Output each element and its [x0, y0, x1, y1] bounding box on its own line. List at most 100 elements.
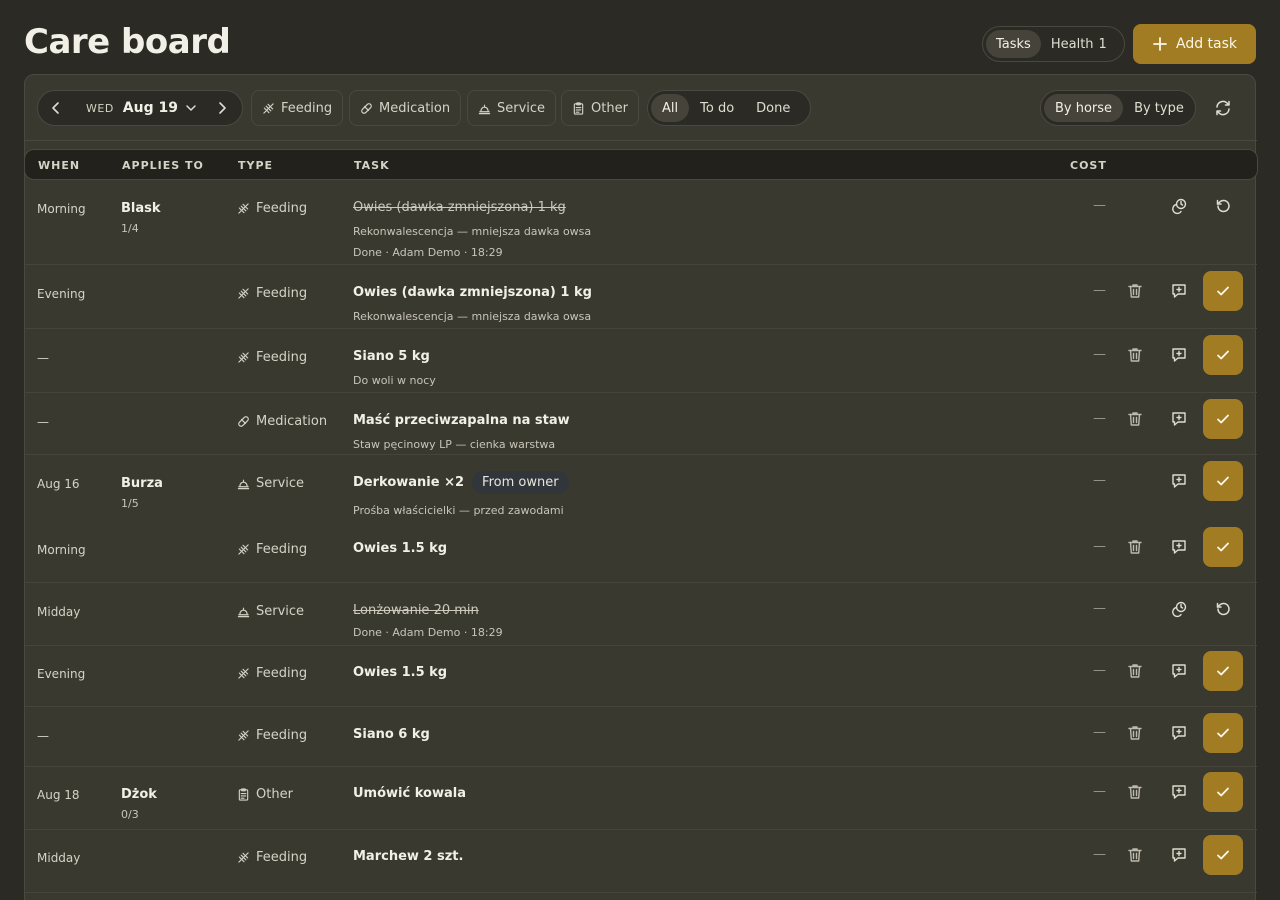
- add-comment-button[interactable]: [1163, 339, 1195, 371]
- tab-health[interactable]: Health 1: [1041, 30, 1117, 58]
- feeding-icon: [238, 288, 249, 299]
- mark-done-button[interactable]: [1203, 772, 1243, 812]
- table-row: Morning Feeding Owies 1.5 kg —: [25, 522, 1257, 583]
- add-comment-button[interactable]: [1163, 717, 1195, 749]
- delete-button[interactable]: [1119, 776, 1151, 808]
- task-done-note: Done · Adam Demo · 18:29: [353, 626, 503, 639]
- mark-done-button[interactable]: [1203, 651, 1243, 691]
- mark-done-button[interactable]: [1203, 399, 1243, 439]
- type-label: Service: [256, 604, 305, 619]
- row-task: Owies (dawka zmniejszona) 1 kg Rekonwales…: [353, 285, 1053, 323]
- add-comment-button[interactable]: [1163, 403, 1195, 435]
- row-horse[interactable]: Burza 1/5: [121, 476, 163, 510]
- add-comment-icon: [1172, 284, 1186, 298]
- row-task: Siano 5 kg Do woli w nocy: [353, 349, 1053, 387]
- refresh-button[interactable]: [1207, 92, 1239, 124]
- task-note: Rekonwalescencja — mniejsza dawka owsa: [353, 225, 592, 238]
- row-when: Aug 16: [37, 477, 80, 491]
- filter-service-label: Service: [497, 100, 546, 116]
- delete-button[interactable]: [1119, 339, 1151, 371]
- horse-progress: 1/5: [121, 497, 139, 510]
- task-note: Prośba właścicielki — przed zawodami: [353, 504, 564, 517]
- status-todo[interactable]: To do: [689, 94, 745, 122]
- add-comment-button[interactable]: [1163, 655, 1195, 687]
- table-row: Evening Feeding Owies 1.5 kg —: [25, 646, 1257, 707]
- table-header: WHEN APPLIES TO TYPE TASK COST: [24, 149, 1258, 180]
- table-row: — Feeding Siano 6 kg —: [25, 707, 1257, 767]
- undo-button[interactable]: [1207, 593, 1239, 625]
- horse-progress: 0/3: [121, 808, 139, 821]
- from-owner-badge: From owner: [472, 471, 569, 494]
- task-title-text: Owies (dawka zmniejszona) 1 kg: [353, 200, 566, 215]
- group-by-horse[interactable]: By horse: [1044, 94, 1124, 122]
- row-type: Feeding: [237, 850, 307, 865]
- check-icon: [1217, 414, 1229, 424]
- next-day-button[interactable]: [204, 91, 240, 125]
- row-type: Feeding: [237, 286, 307, 301]
- add-comment-button[interactable]: [1163, 531, 1195, 563]
- filter-other[interactable]: Other: [561, 90, 639, 126]
- mark-done-button[interactable]: [1203, 271, 1243, 311]
- row-cost: —: [1093, 283, 1106, 298]
- row-type: Feeding: [237, 201, 307, 216]
- chevron-down-icon[interactable]: [185, 102, 197, 114]
- mark-done-button[interactable]: [1203, 527, 1243, 567]
- undo-button[interactable]: [1207, 190, 1239, 222]
- add-comment-icon: [1172, 785, 1186, 799]
- delete-button[interactable]: [1119, 275, 1151, 307]
- row-horse[interactable]: Blask 1/4: [121, 201, 161, 235]
- add-comment-button[interactable]: [1163, 776, 1195, 808]
- table-row: Aug 16 Burza 1/5 Service Derkowanie ×2 From o…: [25, 455, 1257, 522]
- add-comment-button[interactable]: [1163, 839, 1195, 871]
- row-task: Maść przeciwzapalna na staw Staw pęcinowy…: [353, 413, 1053, 451]
- row-task: Owies 1.5 kg: [353, 665, 1053, 680]
- row-horse[interactable]: Dżok 0/3: [121, 787, 157, 821]
- check-icon: [1217, 542, 1229, 552]
- horse-progress: 1/4: [121, 222, 139, 235]
- tab-tasks[interactable]: Tasks: [986, 30, 1041, 58]
- row-when: Morning: [37, 543, 86, 557]
- row-cost: —: [1093, 539, 1106, 554]
- filter-medication[interactable]: Medication: [349, 90, 462, 126]
- filter-feeding-label: Feeding: [281, 100, 333, 116]
- trash-icon: [1128, 540, 1142, 554]
- filter-feeding[interactable]: Feeding: [251, 90, 344, 126]
- task-title: Derkowanie ×2 From owner: [353, 471, 1053, 494]
- status-all[interactable]: All: [651, 94, 690, 122]
- clipboard-icon: [573, 101, 584, 115]
- prev-day-button[interactable]: [38, 91, 74, 125]
- date-weekday: WED: [86, 101, 114, 115]
- mark-done-button[interactable]: [1203, 335, 1243, 375]
- col-applies-to: APPLIES TO: [122, 159, 204, 172]
- history-button[interactable]: [1163, 593, 1195, 625]
- row-type: Service: [237, 476, 304, 491]
- delete-button[interactable]: [1119, 717, 1151, 749]
- history-link-icon: [1172, 601, 1187, 618]
- delete-button[interactable]: [1119, 531, 1151, 563]
- status-done[interactable]: Done: [745, 94, 801, 122]
- row-when: Evening: [37, 287, 86, 301]
- delete-button[interactable]: [1119, 839, 1151, 871]
- task-title-text: Siano 5 kg: [353, 349, 430, 364]
- mark-done-button[interactable]: [1203, 461, 1243, 501]
- row-task: Derkowanie ×2 From owner Prośba właściciel…: [353, 471, 1053, 517]
- delete-button[interactable]: [1119, 655, 1151, 687]
- group-by-type[interactable]: By type: [1123, 94, 1195, 122]
- feeding-icon: [238, 203, 249, 214]
- date-picker-value[interactable]: Aug 19: [123, 100, 178, 116]
- row-type: Medication: [237, 414, 327, 429]
- mark-done-button[interactable]: [1203, 713, 1243, 753]
- history-button[interactable]: [1163, 190, 1195, 222]
- filter-service[interactable]: Service: [467, 90, 557, 126]
- delete-button[interactable]: [1119, 403, 1151, 435]
- page-title: Care board: [24, 22, 231, 62]
- task-rows: Morning Blask 1/4 Feeding Owies (dawka zmnie…: [25, 180, 1257, 893]
- date-navigator: WED Aug 19: [37, 90, 243, 126]
- mark-done-button[interactable]: [1203, 835, 1243, 875]
- add-task-button[interactable]: Add task: [1133, 24, 1256, 64]
- add-comment-button[interactable]: [1163, 465, 1195, 497]
- add-comment-button[interactable]: [1163, 275, 1195, 307]
- type-label: Service: [256, 476, 305, 491]
- task-title-text: Marchew 2 szt.: [353, 849, 464, 864]
- filter-other-label: Other: [591, 100, 628, 116]
